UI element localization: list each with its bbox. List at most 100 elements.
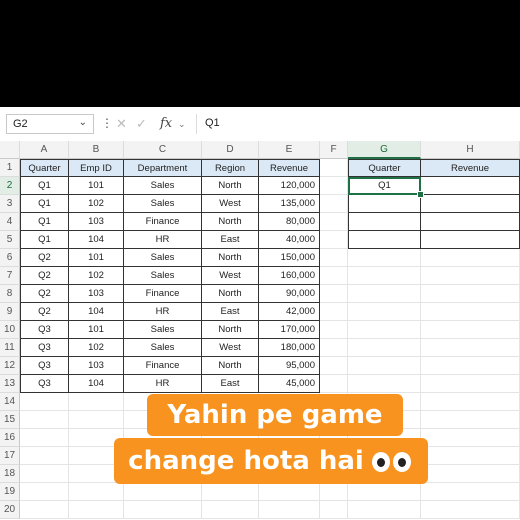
cell[interactable] — [421, 483, 520, 501]
cell[interactable] — [320, 303, 348, 321]
table-cell[interactable]: Q2 — [20, 303, 69, 321]
table-cell[interactable]: 103 — [69, 357, 124, 375]
column-header-b[interactable]: B — [69, 141, 124, 159]
cell[interactable] — [20, 429, 69, 447]
cell[interactable] — [202, 483, 259, 501]
table-cell[interactable]: 101 — [69, 249, 124, 267]
row-header-16[interactable]: 16 — [0, 429, 20, 447]
summary-header-cell[interactable]: Quarter — [348, 159, 421, 177]
table-cell[interactable]: North — [202, 249, 259, 267]
table-cell[interactable]: 104 — [69, 303, 124, 321]
more-icon[interactable]: ⋮ — [101, 116, 113, 130]
table-cell[interactable]: Q3 — [20, 357, 69, 375]
cell[interactable] — [348, 357, 421, 375]
summary-cell[interactable] — [421, 231, 520, 249]
table-cell[interactable]: Q2 — [20, 267, 69, 285]
cell[interactable] — [421, 267, 520, 285]
table-cell[interactable]: 104 — [69, 231, 124, 249]
cell[interactable] — [348, 501, 421, 519]
table-cell[interactable]: North — [202, 213, 259, 231]
table-cell[interactable]: 101 — [69, 321, 124, 339]
cell[interactable] — [20, 483, 69, 501]
table-cell[interactable]: 95,000 — [259, 357, 320, 375]
column-header-e[interactable]: E — [259, 141, 320, 159]
table-header-cell[interactable]: Emp ID — [69, 159, 124, 177]
cell[interactable] — [421, 285, 520, 303]
cell[interactable] — [421, 303, 520, 321]
cell[interactable] — [320, 357, 348, 375]
cell[interactable] — [421, 339, 520, 357]
cell[interactable] — [69, 393, 124, 411]
table-cell[interactable]: 104 — [69, 375, 124, 393]
cell[interactable] — [320, 231, 348, 249]
table-cell[interactable]: Sales — [124, 267, 202, 285]
table-cell[interactable]: North — [202, 321, 259, 339]
row-header-8[interactable]: 8 — [0, 285, 20, 303]
column-header-d[interactable]: D — [202, 141, 259, 159]
table-cell[interactable]: West — [202, 195, 259, 213]
table-cell[interactable]: Q3 — [20, 375, 69, 393]
cell[interactable] — [320, 213, 348, 231]
row-header-14[interactable]: 14 — [0, 393, 20, 411]
row-header-18[interactable]: 18 — [0, 465, 20, 483]
cell[interactable] — [320, 267, 348, 285]
enter-icon[interactable]: ✓ — [136, 116, 147, 132]
table-cell[interactable]: 45,000 — [259, 375, 320, 393]
cell[interactable] — [320, 195, 348, 213]
summary-cell[interactable] — [348, 231, 421, 249]
cell[interactable] — [421, 447, 520, 465]
chevron-down-icon[interactable]: ⌄ — [178, 119, 186, 130]
summary-cell[interactable] — [421, 177, 520, 195]
row-header-19[interactable]: 19 — [0, 483, 20, 501]
cell[interactable] — [69, 501, 124, 519]
summary-cell[interactable] — [348, 213, 421, 231]
table-cell[interactable]: North — [202, 357, 259, 375]
cell[interactable] — [348, 375, 421, 393]
table-cell[interactable]: Q1 — [20, 177, 69, 195]
row-header-1[interactable]: 1 — [0, 159, 20, 177]
row-header-12[interactable]: 12 — [0, 357, 20, 375]
table-cell[interactable]: East — [202, 375, 259, 393]
cell[interactable] — [421, 465, 520, 483]
function-icon[interactable]: fx — [160, 116, 172, 131]
table-cell[interactable]: Sales — [124, 195, 202, 213]
column-header-a[interactable]: A — [20, 141, 69, 159]
cell[interactable] — [20, 393, 69, 411]
cell[interactable] — [69, 483, 124, 501]
table-cell[interactable]: Finance — [124, 357, 202, 375]
table-cell[interactable]: 170,000 — [259, 321, 320, 339]
table-cell[interactable]: 135,000 — [259, 195, 320, 213]
table-cell[interactable]: North — [202, 285, 259, 303]
row-header-2[interactable]: 2 — [0, 177, 20, 195]
table-cell[interactable]: 102 — [69, 195, 124, 213]
cell[interactable] — [421, 321, 520, 339]
table-cell[interactable]: Sales — [124, 177, 202, 195]
cell[interactable] — [20, 501, 69, 519]
table-cell[interactable]: Q2 — [20, 285, 69, 303]
row-header-15[interactable]: 15 — [0, 411, 20, 429]
table-cell[interactable]: 102 — [69, 267, 124, 285]
table-cell[interactable]: 42,000 — [259, 303, 320, 321]
table-cell[interactable]: 150,000 — [259, 249, 320, 267]
column-header-c[interactable]: C — [124, 141, 202, 159]
table-cell[interactable]: Q1 — [20, 213, 69, 231]
table-cell[interactable]: 80,000 — [259, 213, 320, 231]
cell[interactable] — [320, 483, 348, 501]
cell[interactable] — [421, 501, 520, 519]
table-cell[interactable]: Q1 — [20, 231, 69, 249]
summary-cell[interactable] — [421, 213, 520, 231]
table-cell[interactable]: East — [202, 231, 259, 249]
cancel-icon[interactable]: ✕ — [116, 116, 127, 132]
table-cell[interactable]: Q3 — [20, 339, 69, 357]
table-header-cell[interactable]: Quarter — [20, 159, 69, 177]
row-header-13[interactable]: 13 — [0, 375, 20, 393]
formula-input[interactable]: Q1 — [196, 114, 514, 134]
table-cell[interactable]: North — [202, 177, 259, 195]
row-header-3[interactable]: 3 — [0, 195, 20, 213]
cell[interactable] — [348, 339, 421, 357]
row-header-11[interactable]: 11 — [0, 339, 20, 357]
column-header-g[interactable]: G — [348, 141, 421, 159]
summary-cell[interactable] — [348, 195, 421, 213]
row-header-4[interactable]: 4 — [0, 213, 20, 231]
cell[interactable] — [320, 339, 348, 357]
